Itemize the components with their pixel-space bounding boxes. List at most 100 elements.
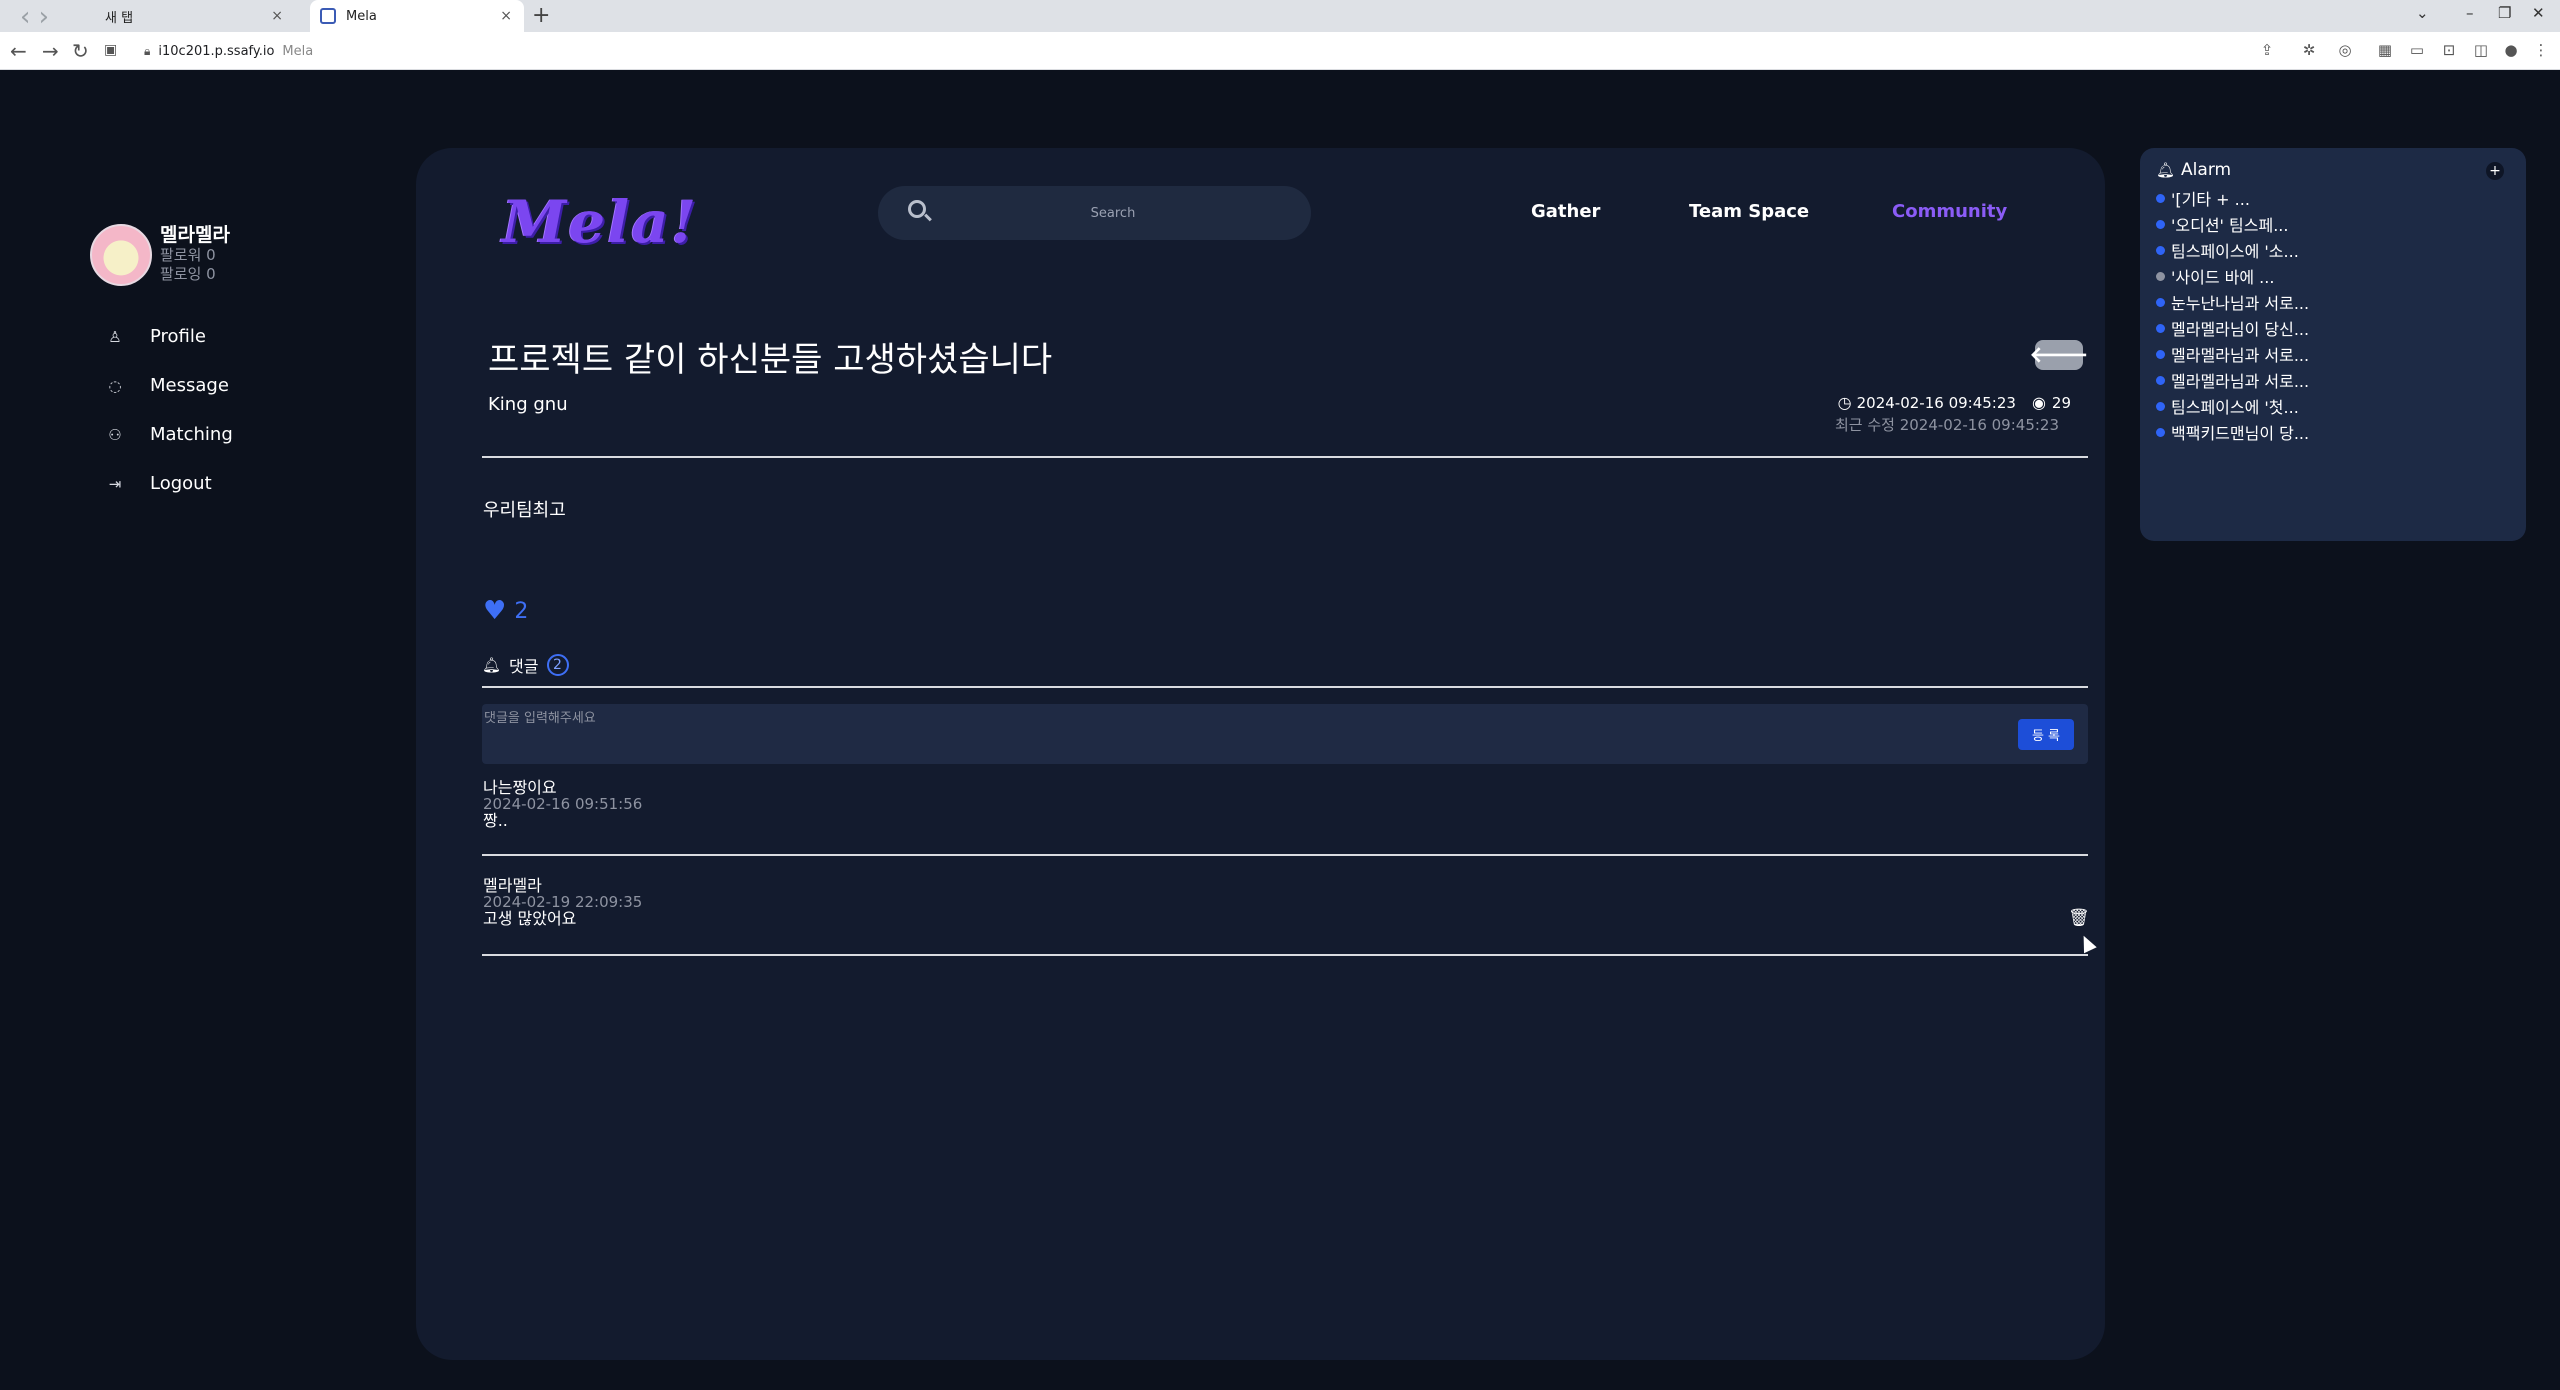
message-icon: ◌ — [108, 376, 122, 395]
alarm-title: Alarm — [2181, 160, 2232, 180]
post-created-date: 2024-02-16 09:45:23 — [1856, 393, 2016, 412]
close-window-icon[interactable]: ✕ — [2532, 4, 2545, 22]
alarm-item[interactable]: 멜라멜라님이 당신... — [2156, 315, 2309, 341]
nav-community[interactable]: Community — [1892, 201, 2007, 222]
extension-flag-icon[interactable]: ▦ — [2376, 41, 2394, 59]
post-title: 프로젝트 같이 하신분들 고생하셨습니다 — [488, 340, 1053, 380]
search-input[interactable] — [938, 186, 1288, 240]
comment-item: 멜라멜라 2024-02-19 22:09:35 고생 많았어요 — [483, 878, 2089, 928]
like-button[interactable]: ♥ 2 — [483, 596, 528, 626]
comment-date: 2024-02-19 22:09:35 — [483, 893, 643, 911]
alarm-list: '[기타 + ... '오디션' 팀스페... 팀스페이스에 '소... '사이… — [2156, 185, 2309, 445]
nav-gather[interactable]: Gather — [1531, 201, 1600, 222]
tab-history-icon[interactable]: ‹ › — [20, 2, 49, 32]
comment-text: 고생 많았어요 — [483, 909, 577, 928]
follower-count: 팔로워 0 — [160, 246, 216, 264]
tab-new-tab[interactable]: 새 탭 × — [95, 0, 295, 32]
unread-dot-icon — [2156, 297, 2165, 307]
site-info-icon[interactable]: ▣ — [104, 42, 117, 58]
main-panel: Mela! Gather Team Space Community 프로젝트 같… — [416, 148, 2105, 1360]
avatar[interactable] — [90, 224, 152, 286]
sidebar-item-logout[interactable]: ⇥ Logout — [106, 459, 233, 508]
search-bar[interactable] — [878, 186, 1311, 240]
restore-icon[interactable]: ❐ — [2498, 4, 2511, 22]
sidebar-menu: ♙ Profile ◌ Message ⚇ Matching ⇥ Logout — [106, 312, 233, 508]
cast-icon[interactable]: ▭ — [2408, 41, 2426, 59]
post-modified-date: 최근 수정 2024-02-16 09:45:23 — [1834, 416, 2059, 434]
profile-icon[interactable]: ● — [2502, 41, 2520, 59]
comment-input-box: 등 록 — [482, 704, 2088, 764]
alarm-item[interactable]: 멜라멜라님과 서로... — [2156, 341, 2309, 367]
menu-icon[interactable]: ⋮ — [2532, 41, 2550, 59]
url-text: i10c201.p.ssafy.io — [158, 43, 275, 59]
alarm-item[interactable]: '오디션' 팀스페... — [2156, 211, 2309, 237]
share-icon[interactable]: ⇪ — [2258, 41, 2276, 59]
alarm-item[interactable]: '[기타 + ... — [2156, 185, 2309, 211]
divider — [482, 954, 2088, 956]
extension-icon[interactable]: ◎ — [2336, 41, 2354, 59]
sidebar-item-label: Logout — [150, 473, 212, 494]
unread-dot-icon — [2156, 427, 2165, 437]
alarm-text: 눈누난나님과 서로... — [2171, 294, 2310, 313]
new-tab-button[interactable]: + — [532, 3, 550, 28]
alarm-expand-button[interactable]: + — [2486, 162, 2504, 180]
comment-author[interactable]: 나는짱이요 — [483, 780, 2089, 796]
close-icon[interactable]: × — [271, 8, 283, 24]
search-icon[interactable] — [908, 200, 926, 218]
eye-icon: ◉ — [2031, 393, 2046, 412]
delete-comment-trash-icon[interactable]: 🗑︎ — [2068, 908, 2090, 928]
alarm-item[interactable]: 멜라멜라님과 서로... — [2156, 367, 2309, 393]
alarm-panel: 🔔︎ Alarm + '[기타 + ... '오디션' 팀스페... 팀스페이스… — [2140, 148, 2526, 541]
alarm-item[interactable]: 팀스페이스에 '첫... — [2156, 393, 2309, 419]
alarm-text: 팀스페이스에 '첫... — [2171, 398, 2299, 417]
user-icon: ♙ — [108, 327, 122, 346]
back-button[interactable]: 🡐 — [2030, 340, 2089, 370]
forward-icon[interactable]: → — [42, 39, 59, 63]
side-panel-icon[interactable]: ◫ — [2472, 41, 2490, 59]
sidebar-item-matching[interactable]: ⚇ Matching — [106, 410, 233, 459]
mela-favicon-icon — [320, 8, 336, 24]
address-bar[interactable]: 🔒︎ i10c201.p.ssafy.io Mela — [140, 37, 2250, 65]
extensions-icon[interactable]: ✲ — [2300, 41, 2318, 59]
back-icon[interactable]: ← — [10, 39, 27, 63]
lock-icon: 🔒︎ — [144, 43, 151, 58]
mela-logo[interactable]: Mela! — [502, 188, 698, 256]
close-icon[interactable]: × — [500, 8, 512, 24]
alarm-item[interactable]: 팀스페이스에 '소... — [2156, 237, 2309, 263]
nav-team-space[interactable]: Team Space — [1689, 201, 1809, 222]
sidebar-item-label: Matching — [150, 424, 233, 445]
comment-header: 🔔︎ 댓글 2 — [482, 653, 569, 677]
alarm-item[interactable]: 백팩키드맨님이 당... — [2156, 419, 2309, 445]
browser-tab-bar: ‹ › 새 탭 × Mela × + ⌄ – ❐ ✕ — [0, 0, 2560, 32]
submit-comment-button[interactable]: 등 록 — [2018, 719, 2074, 750]
sidebar-item-message[interactable]: ◌ Message — [106, 361, 233, 410]
unread-dot-icon — [2156, 375, 2165, 385]
logout-icon: ⇥ — [108, 474, 122, 493]
post-author[interactable]: King gnu — [488, 394, 568, 415]
read-dot-icon — [2156, 271, 2165, 281]
bell-icon: 🔔︎ — [482, 656, 502, 674]
tab-label: 새 탭 — [105, 10, 134, 26]
sidebar-item-profile[interactable]: ♙ Profile — [106, 312, 233, 361]
alarm-header: 🔔︎ Alarm — [2156, 160, 2231, 180]
alarm-item[interactable]: '사이드 바에 ... — [2156, 263, 2309, 289]
reload-icon[interactable]: ↻ — [72, 39, 89, 63]
unread-dot-icon — [2156, 401, 2165, 411]
tab-search-icon[interactable]: ⌄ — [2416, 4, 2429, 22]
comment-author[interactable]: 멜라멜라 — [483, 878, 2089, 894]
alarm-item[interactable]: 눈누난나님과 서로... — [2156, 289, 2309, 315]
clock-icon: ◷ — [1837, 393, 1852, 412]
following-count: 팔로잉 0 — [160, 265, 216, 283]
sidebar-item-label: Profile — [150, 326, 206, 347]
post-content: 우리팀최고 — [483, 500, 566, 521]
minimize-icon[interactable]: – — [2466, 4, 2474, 22]
comment-input[interactable] — [484, 706, 1884, 730]
screenshot-icon[interactable]: ⊡ — [2440, 41, 2458, 59]
alarm-text: 멜라멜라님과 서로... — [2171, 346, 2310, 365]
comment-text: 짱.. — [483, 811, 508, 830]
comment-label: 댓글 — [509, 657, 539, 676]
matching-icon: ⚇ — [108, 425, 122, 444]
tab-mela[interactable]: Mela × — [310, 0, 524, 32]
unread-dot-icon — [2156, 323, 2165, 333]
divider — [482, 686, 2088, 688]
